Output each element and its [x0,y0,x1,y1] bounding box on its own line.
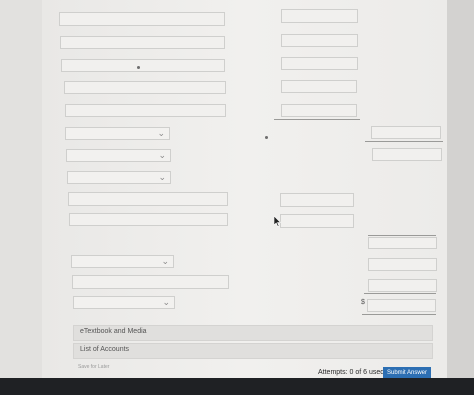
account-name-field-5[interactable] [65,104,226,117]
account-dropdown-5[interactable]: ⌄ [73,296,175,309]
amount-field-5[interactable] [281,104,357,117]
amount-field-4[interactable] [281,80,357,93]
amount-field-6[interactable] [280,193,354,207]
etextbook-panel[interactable]: eTextbook and Media [73,325,433,341]
account-dropdown-2[interactable]: ⌄ [66,149,171,162]
mark-dot [265,136,268,139]
account-name-field-4[interactable] [64,81,226,94]
total-field-1[interactable] [371,126,441,139]
screen-bezel [0,378,474,395]
total-underline-1 [365,141,443,142]
subtotal-underline-1 [274,119,360,120]
account-dropdown-3[interactable]: ⌄ [67,171,171,184]
chevron-down-icon: ⌄ [158,150,166,160]
account-name-field-8[interactable] [72,275,229,289]
account-dropdown-4[interactable]: ⌄ [71,255,174,268]
left-margin [0,0,42,378]
mouse-cursor-icon [274,216,282,227]
total-field-4[interactable] [368,258,437,271]
account-name-field-6[interactable] [68,192,228,206]
list-of-accounts-panel[interactable]: List of Accounts [73,343,433,359]
right-margin [447,0,474,378]
currency-symbol: $ [361,299,365,306]
total-field-2[interactable] [372,148,442,161]
total-underline-3 [364,293,436,294]
etextbook-label: eTextbook and Media [80,328,147,335]
chevron-down-icon: ⌄ [162,297,170,307]
chevron-down-icon: ⌄ [161,256,169,266]
total-field-5[interactable] [368,279,437,292]
amount-field-7[interactable] [280,214,354,228]
amount-field-1[interactable] [281,9,358,23]
worksheet-page [42,0,447,378]
total-field-3[interactable] [368,237,437,249]
account-name-field-1[interactable] [59,12,225,26]
amount-field-3[interactable] [281,57,358,70]
chevron-down-icon: ⌄ [157,128,165,138]
attempts-counter: Attempts: 0 of 6 used [318,369,385,376]
total-underline-2 [368,235,436,236]
save-for-later-link[interactable]: Save for Later [78,364,109,370]
list-of-accounts-label: List of Accounts [80,346,130,353]
account-name-field-7[interactable] [69,213,228,226]
amount-field-2[interactable] [281,34,358,47]
account-name-field-2[interactable] [60,36,225,49]
account-dropdown-1[interactable]: ⌄ [65,127,170,140]
account-name-field-3[interactable] [61,59,225,72]
double-underline-1 [362,314,436,315]
mark-dot [137,66,140,69]
chevron-down-icon: ⌄ [158,172,166,182]
grand-total-field[interactable] [367,299,436,312]
